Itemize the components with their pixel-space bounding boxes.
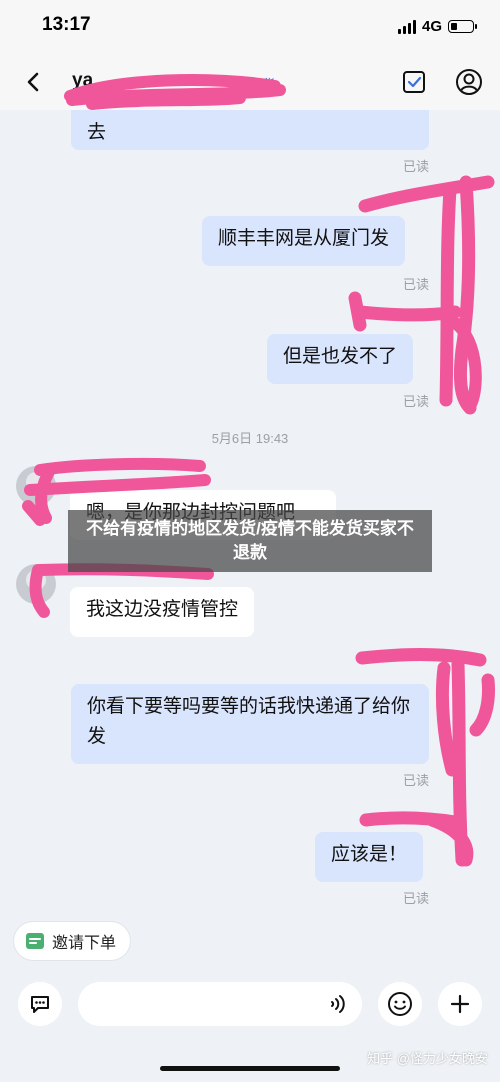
battery-icon bbox=[448, 20, 477, 33]
read-receipt: 已读 bbox=[403, 394, 430, 409]
signal-icon bbox=[397, 19, 416, 34]
chevron-left-icon bbox=[27, 72, 39, 92]
chat-title: ya... bbox=[72, 70, 109, 91]
avatar[interactable] bbox=[16, 466, 56, 506]
quick-reply-button[interactable] bbox=[18, 982, 62, 1026]
invite-order-button[interactable]: 邀请下单 bbox=[14, 922, 131, 960]
invite-order-label: 邀请下单 bbox=[52, 935, 117, 952]
read-receipt: 已读 bbox=[403, 773, 430, 788]
message-bubble[interactable]: 顺丰丰网是从厦门发 bbox=[202, 216, 406, 266]
status-bar: 13:17 4G bbox=[0, 0, 500, 54]
status-time: 13:17 bbox=[42, 14, 91, 35]
nav-bar: ya... 待发货 bbox=[0, 54, 500, 110]
watermark: 知乎 @怪力少女晚安 bbox=[367, 1051, 488, 1066]
emoji-button[interactable] bbox=[378, 982, 422, 1026]
order-button[interactable] bbox=[398, 66, 430, 98]
smiley-icon bbox=[388, 992, 412, 1016]
avatar[interactable] bbox=[16, 564, 56, 604]
read-receipt: 已读 bbox=[403, 159, 430, 174]
profile-button[interactable] bbox=[453, 66, 485, 98]
read-receipt: 已读 bbox=[403, 891, 430, 906]
message-bubble[interactable]: 你看下要等吗要等的话我快递通了给你发 bbox=[71, 684, 429, 764]
message-bubble[interactable]: 但是也发不了 bbox=[267, 334, 414, 384]
checkbox-icon bbox=[403, 71, 425, 93]
add-button[interactable] bbox=[438, 982, 482, 1026]
overlay-caption: 不给有疫情的地区发货/疫情不能发货买家不退款 bbox=[68, 510, 432, 572]
date-separator: 5月6日 19:43 bbox=[211, 431, 289, 446]
order-ticket-icon bbox=[26, 933, 44, 949]
chat-bubble-icon bbox=[31, 996, 49, 1013]
message-input[interactable] bbox=[78, 982, 362, 1026]
back-button[interactable] bbox=[18, 66, 50, 98]
plus-icon bbox=[450, 994, 470, 1014]
order-status-label[interactable]: 待发货 bbox=[236, 74, 275, 93]
message-bubble[interactable]: 应该是！ bbox=[315, 832, 424, 882]
person-icon bbox=[456, 69, 482, 95]
message-bubble[interactable]: 我这边没疫情管控 bbox=[70, 587, 255, 637]
sound-wave-icon[interactable] bbox=[326, 992, 350, 1016]
status-indicators: 4G bbox=[397, 18, 477, 35]
home-indicator[interactable] bbox=[160, 1066, 340, 1071]
message-bubble[interactable]: 去 bbox=[71, 110, 429, 150]
read-receipt: 已读 bbox=[403, 277, 430, 292]
network-type: 4G bbox=[421, 18, 442, 35]
battery-fill bbox=[451, 23, 457, 30]
